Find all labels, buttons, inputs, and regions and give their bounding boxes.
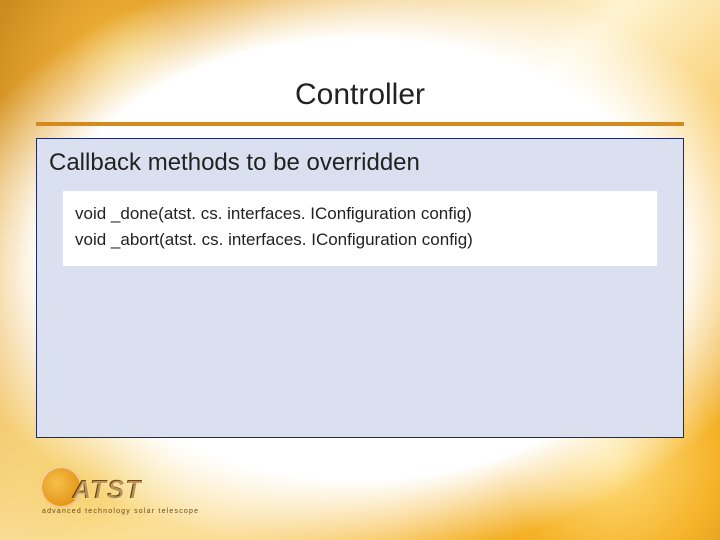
code-box: void _done(atst. cs. interfaces. IConfig…	[63, 191, 657, 266]
code-line: void _abort(atst. cs. interfaces. IConfi…	[75, 227, 645, 253]
subtitle: Callback methods to be overridden	[49, 149, 671, 177]
title-rule	[36, 122, 684, 126]
content-panel: Callback methods to be overridden void _…	[36, 138, 684, 438]
logo-text: ATST	[72, 474, 142, 505]
atst-logo: ATST advanced technology solar telescope	[34, 468, 184, 522]
code-line: void _done(atst. cs. interfaces. IConfig…	[75, 201, 645, 227]
slide-title: Controller	[0, 78, 720, 112]
logo-subtext: advanced technology solar telescope	[42, 508, 199, 515]
slide: Controller Callback methods to be overri…	[0, 0, 720, 540]
